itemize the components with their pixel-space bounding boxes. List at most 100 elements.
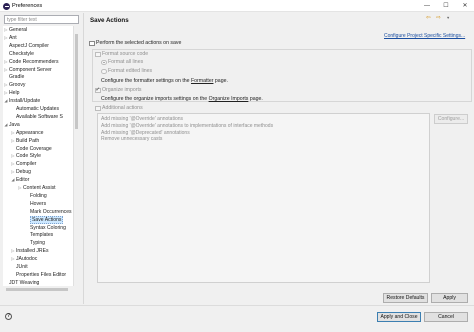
tree-item[interactable]: ▷Ant xyxy=(3,34,16,42)
tree-item-label: Appearance xyxy=(16,129,44,136)
list-item[interactable]: Add missing '@Deprecated' annotations xyxy=(101,130,190,136)
apply-button[interactable]: Apply xyxy=(431,293,468,303)
tree-item-label: Code Style xyxy=(16,153,41,160)
tree-item[interactable]: ▷Compiler xyxy=(10,160,36,168)
tree-item[interactable]: ▷Appearance xyxy=(10,129,43,137)
organize-imports-link[interactable]: Organize Imports xyxy=(209,96,249,102)
forward-arrow-icon[interactable]: ⇨ xyxy=(436,15,441,21)
tree-item[interactable]: JDT Weaving xyxy=(3,279,39,286)
format-source-checkbox[interactable] xyxy=(95,51,101,57)
tree-item-label: Checkstyle xyxy=(9,50,34,57)
formatter-settings-text: Configure the formatter settings on the … xyxy=(101,78,228,84)
menu-dropdown-icon[interactable]: ▼ xyxy=(446,16,450,20)
tree-item[interactable]: ▷Build Path xyxy=(10,137,39,145)
tree-item-label: JUnit xyxy=(16,264,28,270)
configure-project-settings-link[interactable]: Configure Project Specific Settings... xyxy=(384,33,465,39)
tree-item[interactable]: ▷Code Style xyxy=(10,152,41,160)
tree-item[interactable]: Code Coverage xyxy=(10,145,52,153)
page-title: Save Actions xyxy=(90,16,129,24)
format-all-radio[interactable] xyxy=(101,59,107,65)
tree-item-label: Templates xyxy=(30,232,54,239)
tree-item-label: Compiler xyxy=(16,161,37,168)
restore-defaults-button[interactable]: Restore Defaults xyxy=(383,293,428,303)
tree-item[interactable]: ▷Content Assist xyxy=(17,184,56,192)
tree-item[interactable]: ▷Groovy xyxy=(3,81,25,89)
formatter-prefix: Configure the formatter settings on the xyxy=(101,78,190,84)
tree-item[interactable]: Hovers xyxy=(24,200,46,208)
tree-item[interactable]: ▷General xyxy=(3,26,27,34)
tree-item[interactable]: ◢Install/Update xyxy=(3,97,40,105)
scroll-thumb[interactable] xyxy=(6,288,68,291)
title-bar: Preferences — ☐ ✕ xyxy=(0,0,474,12)
organize-imports-label: Organize imports xyxy=(102,87,142,93)
organize-prefix: Configure the organize imports settings … xyxy=(101,96,208,102)
tree-horizontal-scrollbar[interactable] xyxy=(3,287,78,292)
tree-item-label: JDT Weaving xyxy=(9,279,40,286)
list-item[interactable]: Add missing '@Override' annotations xyxy=(101,116,183,122)
tree-item[interactable]: ◢Editor xyxy=(10,176,29,184)
filter-input[interactable]: type filter text xyxy=(4,15,79,24)
tree-item[interactable]: Mark Occurrences xyxy=(24,208,72,216)
tree-item-label: Help xyxy=(9,90,20,97)
format-edited-radio[interactable] xyxy=(101,68,107,74)
tree-item[interactable]: Save Actions xyxy=(24,215,64,224)
tree-item[interactable]: JUnit xyxy=(10,263,28,271)
perform-actions-checkbox[interactable] xyxy=(89,40,95,46)
format-source-label: Format source code xyxy=(102,51,149,57)
additional-actions-label: Additional actions xyxy=(102,105,143,111)
tree-item[interactable]: Templates xyxy=(24,231,53,239)
tree-item-label: Code Coverage xyxy=(16,145,52,152)
list-item[interactable]: Remove unnecessary casts xyxy=(101,136,162,142)
tree-item[interactable]: Gradle xyxy=(3,73,24,81)
additional-actions-checkbox[interactable] xyxy=(95,105,101,111)
tree-item-label: JAutodoc xyxy=(16,256,38,263)
formatter-link[interactable]: Formatter xyxy=(191,78,213,84)
organize-suffix: page. xyxy=(249,96,263,102)
minimize-button[interactable]: — xyxy=(418,0,436,12)
list-item[interactable]: Add missing '@Override' annotations to i… xyxy=(101,123,273,129)
tree-item[interactable]: Checkstyle xyxy=(3,50,34,58)
tree-item[interactable]: ▷JAutodoc xyxy=(10,255,37,263)
format-section xyxy=(92,49,472,102)
tree-item[interactable]: ▷Code Recommenders xyxy=(3,58,59,66)
apply-and-close-button[interactable]: Apply and Close xyxy=(377,312,421,322)
help-icon[interactable]: ? xyxy=(5,313,12,320)
tree-item-label: Syntax Coloring xyxy=(30,224,66,231)
organize-imports-checkbox[interactable] xyxy=(95,87,101,93)
tree-item-label: Automatic Updates xyxy=(16,106,60,112)
close-button[interactable]: ✕ xyxy=(456,0,474,12)
tree-item[interactable]: ◢Java xyxy=(3,121,19,129)
tree-item[interactable]: AspectJ Compiler xyxy=(3,42,49,50)
tree-item[interactable]: Typing xyxy=(24,239,45,247)
back-arrow-icon[interactable]: ⇦ xyxy=(426,15,431,21)
tree-item-label: Typing xyxy=(30,240,46,247)
cancel-button[interactable]: Cancel xyxy=(424,312,468,322)
tree-item[interactable]: Available Software S xyxy=(10,113,63,121)
additional-actions-list[interactable]: Add missing '@Override' annotations Add m… xyxy=(97,113,430,283)
eclipse-icon xyxy=(3,2,10,10)
tree-vertical-scrollbar[interactable] xyxy=(73,26,78,286)
tree-item-label: AspectJ Compiler xyxy=(9,42,49,49)
footer-divider xyxy=(0,305,474,306)
preference-tree: ▷General ▷Ant AspectJ Compiler Checkstyle ▷C… xyxy=(3,26,76,286)
tree-item[interactable]: ▷Debug xyxy=(10,168,31,176)
configure-button[interactable]: Configure... xyxy=(434,114,468,124)
tree-item[interactable]: ▷Help xyxy=(3,89,19,97)
tree-item-label: Folding xyxy=(30,192,47,199)
maximize-button[interactable]: ☐ xyxy=(437,0,455,12)
tree-item[interactable]: Folding xyxy=(24,192,47,200)
tree-item-label: Content Assist xyxy=(23,185,56,191)
tree-item-label: Gradle xyxy=(9,74,25,81)
scroll-thumb[interactable] xyxy=(74,34,78,129)
tree-item-label: Mark Occurrences xyxy=(30,208,72,215)
tree-item-label: General xyxy=(9,27,28,33)
panel-divider[interactable] xyxy=(83,13,84,304)
formatter-suffix: page. xyxy=(214,78,228,84)
tree-item[interactable]: Syntax Coloring xyxy=(24,224,66,232)
tree-item[interactable]: ▷Component Server xyxy=(3,66,51,74)
tree-item[interactable]: ▷Installed JREs xyxy=(10,247,49,255)
tree-item-label: Installed JREs xyxy=(16,248,49,255)
tree-item[interactable]: Properties Files Editor xyxy=(10,271,66,279)
tree-item[interactable]: Automatic Updates xyxy=(10,105,59,113)
tree-item-label: Code Recommenders xyxy=(9,58,59,65)
